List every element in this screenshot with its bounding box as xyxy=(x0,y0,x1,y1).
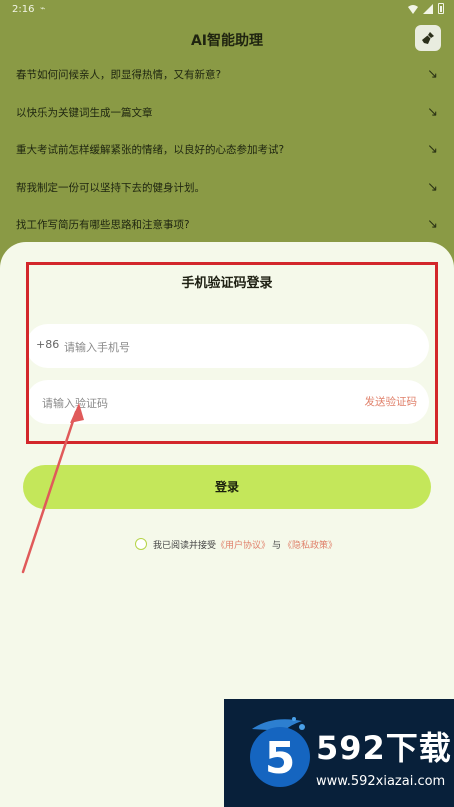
svg-text:5: 5 xyxy=(265,733,296,784)
suggestion-item[interactable]: 找工作写简历有哪些思路和注意事项? ↘ xyxy=(0,208,454,246)
arrow-down-right-icon: ↘ xyxy=(427,142,438,157)
site-logo-icon: 5 xyxy=(250,717,310,787)
agreement-row: 我已阅读并接受 《用户协议》 与 《隐私政策》 xyxy=(135,536,337,552)
suggestion-item[interactable]: 重大考试前怎样缓解紧张的情绪，以良好的心态参加考试? ↘ xyxy=(0,133,454,171)
arrow-down-right-icon: ↘ xyxy=(427,179,438,195)
status-bar: 2:16 ⌁ xyxy=(0,0,454,20)
user-agreement-link[interactable]: 《用户协议》 xyxy=(216,538,270,551)
suggestion-item[interactable]: 帮我制定一份可以坚持下去的健身计划。 ↘ xyxy=(0,171,454,209)
agreement-checkbox[interactable] xyxy=(135,538,147,550)
suggestion-item[interactable]: 春节如何问候亲人，即显得热情，又有新意? ↘ xyxy=(0,58,454,96)
arrow-down-right-icon: ↘ xyxy=(427,217,438,232)
arrow-down-right-icon: ↘ xyxy=(427,104,438,120)
login-button[interactable]: 登录 xyxy=(23,465,431,509)
broom-icon xyxy=(422,32,434,44)
arrow-down-right-icon: ↘ xyxy=(427,67,438,82)
battery-icon xyxy=(438,3,444,14)
clear-chat-button[interactable] xyxy=(415,25,441,51)
agreement-and: 与 xyxy=(272,540,282,551)
privacy-policy-link[interactable]: 《隐私政策》 xyxy=(283,538,337,551)
annotation-highlight-box xyxy=(26,262,438,444)
notification-icon: ⌁ xyxy=(40,4,46,14)
agreement-text: 我已阅读并接受 xyxy=(153,540,217,551)
suggestion-text: 以快乐为关键词生成一篇文章 xyxy=(16,106,153,119)
suggestion-text: 找工作写简历有哪些思路和注意事项? xyxy=(16,219,190,231)
watermark-url: www.592xiazai.com xyxy=(316,774,446,789)
suggestion-item[interactable]: 以快乐为关键词生成一篇文章 ↘ xyxy=(0,96,454,134)
suggestion-text: 重大考试前怎样缓解紧张的情绪，以良好的心态参加考试? xyxy=(16,144,285,156)
watermark-brand: 592下载 xyxy=(316,729,452,767)
status-indicators xyxy=(408,3,444,14)
wifi-icon xyxy=(408,4,418,14)
watermark: 5 592下载 www.592xiazai.com xyxy=(224,699,454,807)
suggestion-text: 春节如何问候亲人，即显得热情，又有新意? xyxy=(16,69,222,81)
signal-icon xyxy=(423,3,433,14)
suggestion-list: 春节如何问候亲人，即显得热情，又有新意? ↘ 以快乐为关键词生成一篇文章 ↘ 重… xyxy=(0,58,454,246)
status-time: 2:16 xyxy=(12,4,35,15)
page-title: AI智能助理 xyxy=(190,33,264,49)
suggestion-text: 帮我制定一份可以坚持下去的健身计划。 xyxy=(16,181,205,194)
